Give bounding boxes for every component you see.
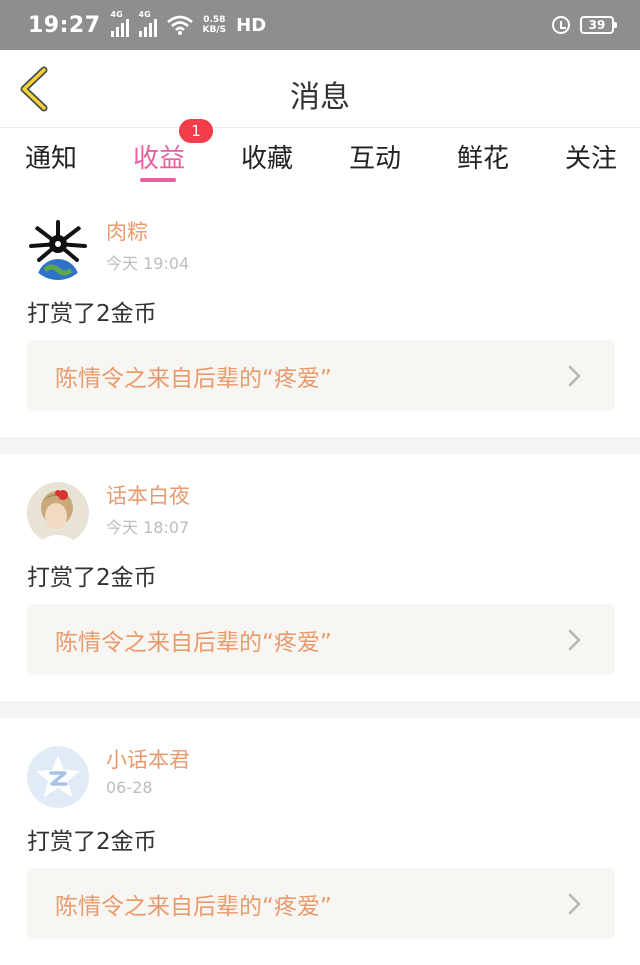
section-divider: [0, 701, 640, 718]
speed-unit: KB/S: [202, 25, 227, 35]
book-title: 陈情令之来自后辈的“疼爱”: [55, 893, 332, 920]
tab-favorites[interactable]: 收藏: [213, 138, 321, 175]
message-item: 小话本君 06-28 打赏了2金币 陈情令之来自后辈的“疼爱”: [0, 718, 640, 965]
message-text: 打赏了2金币: [27, 301, 157, 327]
z-star-avatar-icon: [27, 746, 89, 808]
tab-interactions[interactable]: 互动: [321, 138, 429, 175]
book-link-card[interactable]: 陈情令之来自后辈的“疼爱”: [27, 868, 615, 939]
tab-bar: 通知 收益 收藏 互动 鲜花 关注 1: [0, 119, 640, 188]
chevron-right-icon: [568, 365, 581, 386]
book-link-card[interactable]: 陈情令之来自后辈的“疼爱”: [27, 604, 615, 675]
avatar[interactable]: [27, 482, 89, 544]
book-title: 陈情令之来自后辈的“疼爱”: [55, 629, 332, 656]
message-time: 今天 19:04: [106, 254, 190, 273]
book-title: 陈情令之来自后辈的“疼爱”: [55, 365, 332, 392]
tab-earnings[interactable]: 收益: [105, 138, 213, 175]
tab-flowers[interactable]: 鲜花: [429, 138, 537, 175]
active-tab-indicator: [140, 178, 176, 182]
network-type: 4G: [110, 10, 123, 19]
avatar[interactable]: [27, 746, 89, 808]
message-item: 话本白夜 今天 18:07 打赏了2金币 陈情令之来自后辈的“疼爱”: [0, 454, 640, 701]
signal-icon: 4G: [110, 10, 129, 37]
user-name[interactable]: 小话本君: [106, 744, 190, 774]
network-speed: 0.58 KB/S: [203, 15, 227, 35]
network-type: 4G: [138, 10, 151, 19]
section-divider: [0, 437, 640, 454]
message-time: 06-28: [106, 778, 153, 797]
chevron-right-icon: [568, 629, 581, 650]
message-text: 打赏了2金币: [27, 565, 157, 591]
book-link-card[interactable]: 陈情令之来自后辈的“疼爱”: [27, 340, 615, 411]
wifi-icon: [166, 15, 193, 35]
dragon-globe-avatar-icon: [27, 218, 89, 280]
status-bar: 19:27 4G 4G 0.58 KB/S HD 39: [0, 0, 640, 50]
user-name[interactable]: 肉粽: [106, 216, 148, 246]
tab-following[interactable]: 关注: [537, 138, 640, 175]
speed-value: 0.58: [203, 15, 226, 25]
tab-notice[interactable]: 通知: [0, 138, 105, 175]
signal-icon: 4G: [138, 10, 157, 37]
message-time: 今天 18:07: [106, 518, 190, 537]
user-name[interactable]: 话本白夜: [106, 480, 190, 510]
girl-photo-avatar-icon: [27, 482, 89, 544]
alarm-icon: [552, 16, 570, 34]
status-time: 19:27: [28, 12, 101, 38]
avatar[interactable]: [27, 218, 89, 280]
message-item: 肉粽 今天 19:04 打赏了2金币 陈情令之来自后辈的“疼爱”: [0, 190, 640, 437]
chevron-right-icon: [568, 893, 581, 914]
unread-badge: 1: [179, 119, 213, 143]
message-text: 打赏了2金币: [27, 829, 157, 855]
hd-indicator: HD: [236, 14, 267, 36]
nav-header: 消息: [0, 50, 640, 128]
battery-icon: 39: [580, 16, 617, 34]
page-title: 消息: [290, 80, 350, 115]
